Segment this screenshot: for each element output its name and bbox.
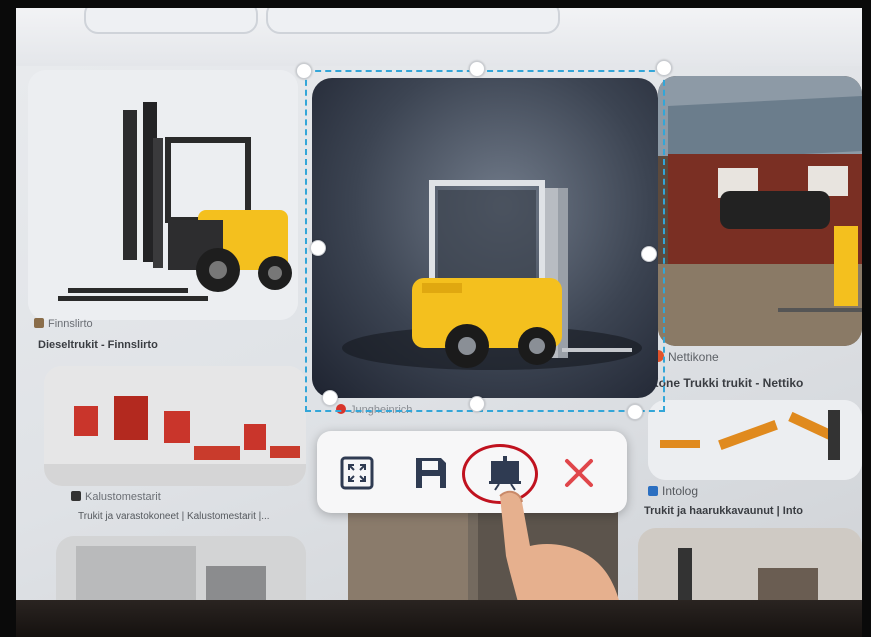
warehouse-trucks-image: [44, 366, 306, 486]
result-title[interactable]: Dieseltrukit - Finnslirto: [38, 339, 158, 351]
photo-frame: Finnslirto Dieseltrukit - Finnslirto Net…: [0, 0, 871, 637]
fullscreen-icon: [340, 456, 374, 490]
source-logo-icon: [336, 404, 346, 414]
resize-handle-bottom-left[interactable]: [322, 390, 338, 406]
resize-handle-bottom-right[interactable]: [627, 404, 643, 420]
source-name: Intolog: [662, 484, 699, 498]
result-source: Jungheinrich: [336, 404, 412, 416]
result-source: Nettikone: [652, 350, 719, 364]
source-logo-icon: [71, 491, 81, 501]
fullscreen-button[interactable]: [333, 449, 381, 497]
result-image-dieseltruck[interactable]: [28, 70, 298, 320]
save-button[interactable]: [407, 449, 455, 497]
result-title[interactable]: Trukit ja varastokoneet | Kalustomestari…: [78, 511, 270, 522]
search-topbar: [16, 8, 862, 66]
result-image-pallet-trucks[interactable]: [648, 400, 862, 480]
source-name: Finnslirto: [48, 318, 93, 330]
result-title[interactable]: Trukit ja haarukkavaunut | Into: [644, 505, 803, 517]
diesel-forklift-image: [28, 70, 298, 320]
resize-handle-right[interactable]: [641, 246, 657, 262]
source-logo-icon: [34, 318, 44, 328]
result-source: Intolog: [648, 484, 698, 498]
pallet-trucks-image: [648, 400, 862, 480]
save-icon: [416, 458, 446, 488]
monitor-bezel: [16, 600, 862, 637]
result-source: Finnslirto: [34, 318, 93, 330]
result-source: Kalustomestarit: [71, 491, 161, 503]
result-image-warehouse[interactable]: [44, 366, 306, 486]
resize-handle-left[interactable]: [310, 240, 326, 256]
result-title[interactable]: Kone Trukki trukit - Nettiko: [650, 376, 803, 390]
resize-handle-top-right[interactable]: [656, 60, 672, 76]
result-image-nettikone[interactable]: [658, 76, 862, 346]
source-name: Nettikone: [668, 350, 719, 364]
display-screen: Finnslirto Dieseltrukit - Finnslirto Net…: [16, 8, 862, 628]
selected-image-jungheinrich[interactable]: [312, 78, 658, 398]
source-logo-icon: [648, 486, 658, 496]
barn-forklift-image: [658, 76, 862, 346]
search-chip[interactable]: [84, 8, 258, 34]
resize-handle-top[interactable]: [469, 61, 485, 77]
electric-forklift-image: [342, 180, 642, 370]
search-chip[interactable]: [266, 8, 560, 34]
resize-handle-top-left[interactable]: [296, 63, 312, 79]
source-name: Kalustomestarit: [85, 491, 161, 503]
source-name: Jungheinrich: [350, 404, 413, 416]
resize-handle-bottom[interactable]: [469, 396, 485, 412]
